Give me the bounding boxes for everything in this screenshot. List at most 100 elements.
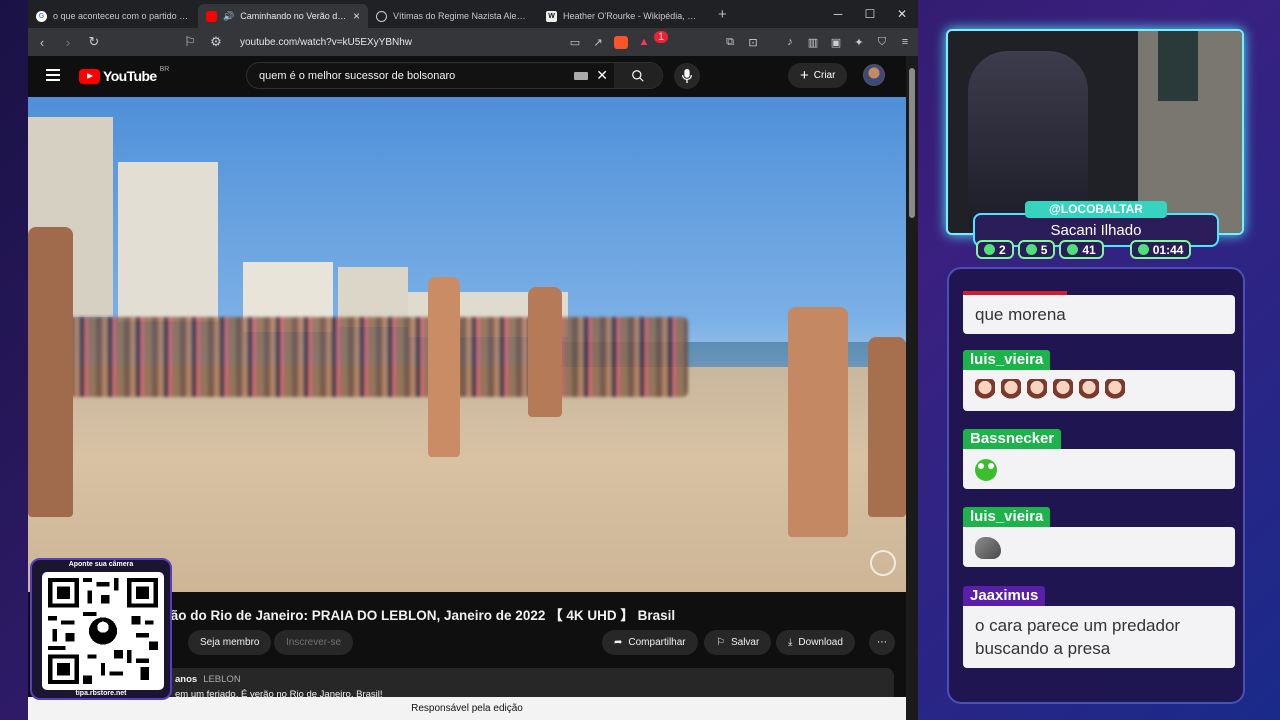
bookmark-icon[interactable]: ⚐ xyxy=(182,34,198,50)
save-button[interactable]: ⚐ Salvar xyxy=(704,630,772,655)
tab-grok[interactable]: Vítimas do Regime Nazista Alemão - Grok xyxy=(368,4,538,28)
stat-value: 2 xyxy=(999,242,1006,257)
back-icon[interactable]: ‹ xyxy=(34,35,50,50)
wikipedia-icon: W xyxy=(546,10,557,22)
download-button[interactable]: ⤓ Download xyxy=(776,630,855,655)
qr-footer: tipa.rbstore.net xyxy=(75,690,127,697)
save-label: Salvar xyxy=(730,637,760,648)
anime-girl-emote-icon xyxy=(1053,378,1073,403)
anime-girl-emote-icon xyxy=(1001,378,1021,403)
keyboard-icon[interactable] xyxy=(574,71,589,80)
description-tag[interactable]: LEBLON xyxy=(203,674,241,685)
clock-icon xyxy=(1137,244,1149,255)
stat-value: 5 xyxy=(1040,242,1048,257)
extensions-icon[interactable]: ⧉ xyxy=(723,36,737,49)
scrollbar-thumb[interactable] xyxy=(909,68,915,218)
video-person xyxy=(528,287,562,417)
chat-message: Jaaximus o cara parece um predador busca… xyxy=(963,586,1235,668)
screenshot-icon[interactable]: ⊡ xyxy=(746,36,760,49)
music-icon[interactable]: ♪ xyxy=(783,36,797,48)
sidebar-icon[interactable]: ▥ xyxy=(806,36,820,49)
video-person xyxy=(28,227,73,517)
stat-youtube: 5 xyxy=(1017,240,1056,259)
youtube-play-icon xyxy=(79,68,100,84)
stat-chat: 2 xyxy=(976,240,1014,259)
voice-search-button[interactable] xyxy=(674,63,700,89)
brave-rewards-icon[interactable]: ▲ xyxy=(637,36,651,48)
download-label: Download xyxy=(798,637,843,648)
chat-bubble xyxy=(963,449,1235,489)
bottom-notice: Responsável pela edição xyxy=(28,697,906,720)
tab-title: o que aconteceu com o partido PRONA - Pe xyxy=(53,11,190,21)
tab-title: Caminhando no Verão do Rio de xyxy=(240,11,347,21)
webcam-shelf xyxy=(1158,31,1198,101)
url-field[interactable]: youtube.com/watch?v=kU5EXyYBNhw xyxy=(240,37,558,48)
brave-shield-icon[interactable] xyxy=(614,35,628,49)
tab-google[interactable]: G o que aconteceu com o partido PRONA - … xyxy=(28,4,198,28)
new-tab-button[interactable]: + xyxy=(708,6,737,23)
minimize-icon[interactable]: ─ xyxy=(822,0,854,28)
video-player[interactable] xyxy=(28,97,906,592)
streamer-name: Sacani Ilhado xyxy=(1050,222,1142,239)
video-title: erão do Rio de Janeiro: PRAIA DO LEBLON,… xyxy=(158,608,676,623)
clear-search-icon[interactable]: ✕ xyxy=(596,67,608,84)
anime-girl-emote-icon xyxy=(1105,378,1125,403)
video-building xyxy=(118,162,218,322)
chat-bubble: que morena xyxy=(963,295,1235,334)
avatar[interactable] xyxy=(863,64,885,86)
stat-viewers: 41 xyxy=(1059,240,1104,259)
chat-icon xyxy=(984,244,995,255)
wallet-icon[interactable]: ▣ xyxy=(829,36,843,49)
bottom-notice-text: Responsável pela edição xyxy=(411,703,523,714)
search-input[interactable]: quem é o melhor sucessor de bolsonaro xyxy=(247,70,574,82)
plus-icon: + xyxy=(800,67,809,84)
cast-icon[interactable]: ▭ xyxy=(568,36,582,49)
join-button[interactable]: Seja membro xyxy=(188,630,272,655)
bookmark-icon: ⚐ xyxy=(716,637,725,648)
search-box[interactable]: quem é o melhor sucessor de bolsonaro ✕ xyxy=(246,62,663,89)
share-icon[interactable]: ↗ xyxy=(591,36,605,49)
chat-username: luis_vieira xyxy=(963,350,1051,370)
close-window-icon[interactable]: ✕ xyxy=(886,0,918,28)
create-button[interactable]: + Criar xyxy=(788,63,848,88)
share-label: Compartilhar xyxy=(628,637,686,648)
speaker-icon[interactable]: 🔊 xyxy=(223,11,234,22)
chat-panel: que morena luis_vieira Bassnecker luis_v… xyxy=(947,267,1245,704)
maximize-icon[interactable]: ☐ xyxy=(854,0,886,28)
channel-watermark-icon[interactable] xyxy=(870,550,896,576)
hamburger-menu-icon[interactable] xyxy=(46,69,60,84)
stat-value: 41 xyxy=(1082,242,1096,257)
subscribe-button[interactable]: Inscrever-se xyxy=(274,630,354,655)
tab-youtube[interactable]: 🔊 Caminhando no Verão do Rio de × xyxy=(198,4,368,28)
chat-bubble xyxy=(963,527,1235,567)
chat-username: Bassnecker xyxy=(963,429,1062,449)
more-actions-button[interactable]: ⋯ xyxy=(869,630,895,655)
qr-overlay: Aponte sua câmera tipa.rbstore.net xyxy=(30,558,172,700)
anime-girl-emote-icon xyxy=(975,378,995,403)
viewers-icon xyxy=(1067,244,1079,255)
chat-message: Bassnecker xyxy=(963,429,1235,489)
leo-icon[interactable]: ✦ xyxy=(852,36,866,49)
tab-wikipedia[interactable]: W Heather O'Rourke - Wikipédia, a encicl… xyxy=(538,4,708,28)
search-button[interactable] xyxy=(614,63,662,88)
frog-emote-icon xyxy=(975,458,997,481)
create-label: Criar xyxy=(813,70,836,81)
menu-icon[interactable]: ≡ xyxy=(898,36,912,48)
forward-icon[interactable]: › xyxy=(60,35,76,50)
chat-message: luis_vieira xyxy=(963,350,1235,411)
tab-bar: G o que aconteceu com o partido PRONA - … xyxy=(28,0,918,28)
close-tab-icon[interactable]: × xyxy=(353,9,360,23)
chat-username: luis_vieira xyxy=(963,507,1051,527)
share-button[interactable]: ➦ Compartilhar xyxy=(602,630,698,655)
vpn-icon[interactable]: ⛉ xyxy=(875,36,889,49)
seal-emote-icon xyxy=(975,536,1001,559)
share-icon: ➦ xyxy=(614,637,623,648)
video-person xyxy=(868,337,906,517)
chat-username: Jaaximus xyxy=(963,586,1046,606)
video-person xyxy=(788,307,848,537)
scrollbar[interactable] xyxy=(906,56,918,720)
streamer-handle: @LOCOBALTAR xyxy=(1025,201,1167,218)
youtube-logo[interactable]: YouTube BR xyxy=(79,66,169,84)
reload-icon[interactable]: ↻ xyxy=(86,34,102,50)
site-info-icon[interactable]: ⚙ xyxy=(208,34,224,50)
